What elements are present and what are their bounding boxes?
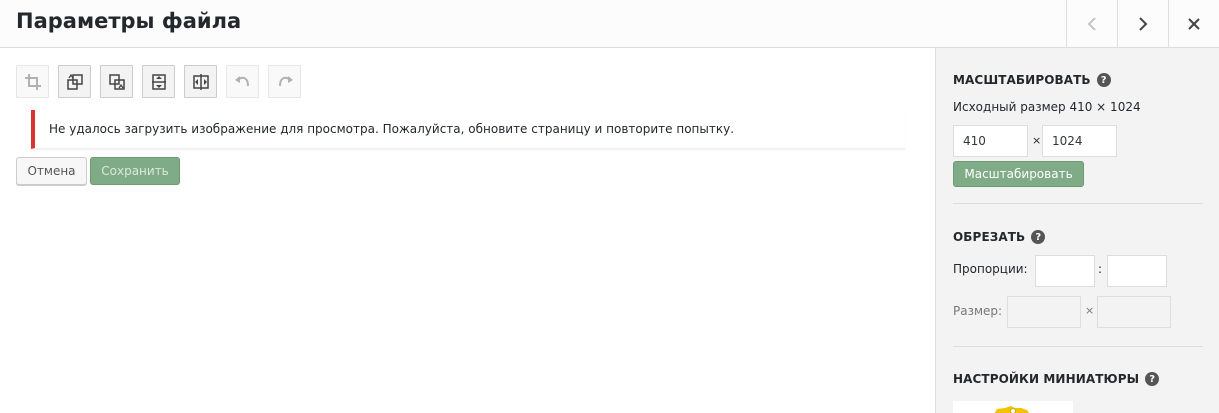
next-button[interactable] bbox=[1117, 0, 1168, 48]
flip-horizontal-icon bbox=[192, 73, 209, 90]
ratio-height-input[interactable] bbox=[1107, 255, 1167, 287]
undo-button[interactable] bbox=[226, 65, 259, 98]
scale-title-text: МАСШТАБИРОВАТЬ bbox=[953, 73, 1091, 87]
rotate-right-icon bbox=[108, 73, 125, 90]
flip-vertical-button[interactable] bbox=[142, 65, 175, 98]
size-label: Размер: bbox=[953, 304, 1003, 318]
chevron-right-icon bbox=[1139, 17, 1148, 31]
redo-button[interactable] bbox=[268, 65, 301, 98]
rotate-right-button[interactable] bbox=[100, 65, 133, 98]
crop-height-input[interactable] bbox=[1097, 296, 1171, 328]
crop-width-input[interactable] bbox=[1007, 296, 1081, 328]
divider bbox=[953, 346, 1203, 347]
flip-vertical-icon bbox=[151, 73, 166, 90]
flip-horizontal-button[interactable] bbox=[184, 65, 217, 98]
save-button[interactable]: Сохранить bbox=[90, 157, 180, 185]
crop-section-title: ОБРЕЗАТЬ ? bbox=[953, 230, 1046, 244]
cancel-button[interactable]: Отмена bbox=[16, 157, 87, 185]
modal-header: Параметры файла bbox=[0, 0, 1219, 48]
undo-icon bbox=[234, 75, 249, 86]
crop-title-text: ОБРЕЗАТЬ bbox=[953, 230, 1026, 244]
redo-icon bbox=[278, 75, 293, 86]
close-icon bbox=[1188, 18, 1200, 30]
scale-height-input[interactable] bbox=[1042, 125, 1117, 157]
page-title: Параметры файла bbox=[16, 9, 242, 33]
size-separator: × bbox=[1085, 304, 1095, 317]
divider bbox=[953, 203, 1203, 204]
crop-button[interactable] bbox=[16, 65, 49, 98]
close-button[interactable] bbox=[1168, 0, 1219, 48]
original-size-text: Исходный размер 410 × 1024 bbox=[953, 100, 1141, 114]
crop-icon bbox=[24, 73, 41, 90]
help-icon[interactable]: ? bbox=[1145, 372, 1160, 386]
scale-separator: × bbox=[1032, 134, 1042, 147]
ratio-width-input[interactable] bbox=[1035, 255, 1095, 287]
editor-main: Не удалось загрузить изображение для про… bbox=[0, 48, 935, 413]
previous-button[interactable] bbox=[1066, 0, 1117, 48]
thumbnail-image bbox=[994, 406, 1029, 413]
help-icon[interactable]: ? bbox=[1031, 230, 1046, 244]
rotate-left-button[interactable] bbox=[58, 65, 91, 98]
help-icon[interactable]: ? bbox=[1096, 73, 1111, 87]
scale-width-input[interactable] bbox=[953, 125, 1028, 157]
thumbnail-title-text: НАСТРОЙКИ МИНИАТЮРЫ bbox=[953, 372, 1140, 386]
thumbnail-section-title: НАСТРОЙКИ МИНИАТЮРЫ ? bbox=[953, 372, 1160, 386]
ratio-label: Пропорции: bbox=[953, 262, 1028, 276]
thumbnail-preview[interactable] bbox=[953, 401, 1073, 413]
ratio-separator: : bbox=[1098, 262, 1103, 276]
scale-button[interactable]: Масштабировать bbox=[953, 161, 1084, 187]
error-notice-text: Не удалось загрузить изображение для про… bbox=[49, 122, 735, 136]
settings-sidebar: МАСШТАБИРОВАТЬ ? Исходный размер 410 × 1… bbox=[935, 48, 1219, 413]
chevron-left-icon bbox=[1087, 17, 1096, 31]
rotate-left-icon bbox=[66, 73, 83, 90]
scale-section-title: МАСШТАБИРОВАТЬ ? bbox=[953, 73, 1111, 87]
error-notice: Не удалось загрузить изображение для про… bbox=[31, 110, 905, 149]
